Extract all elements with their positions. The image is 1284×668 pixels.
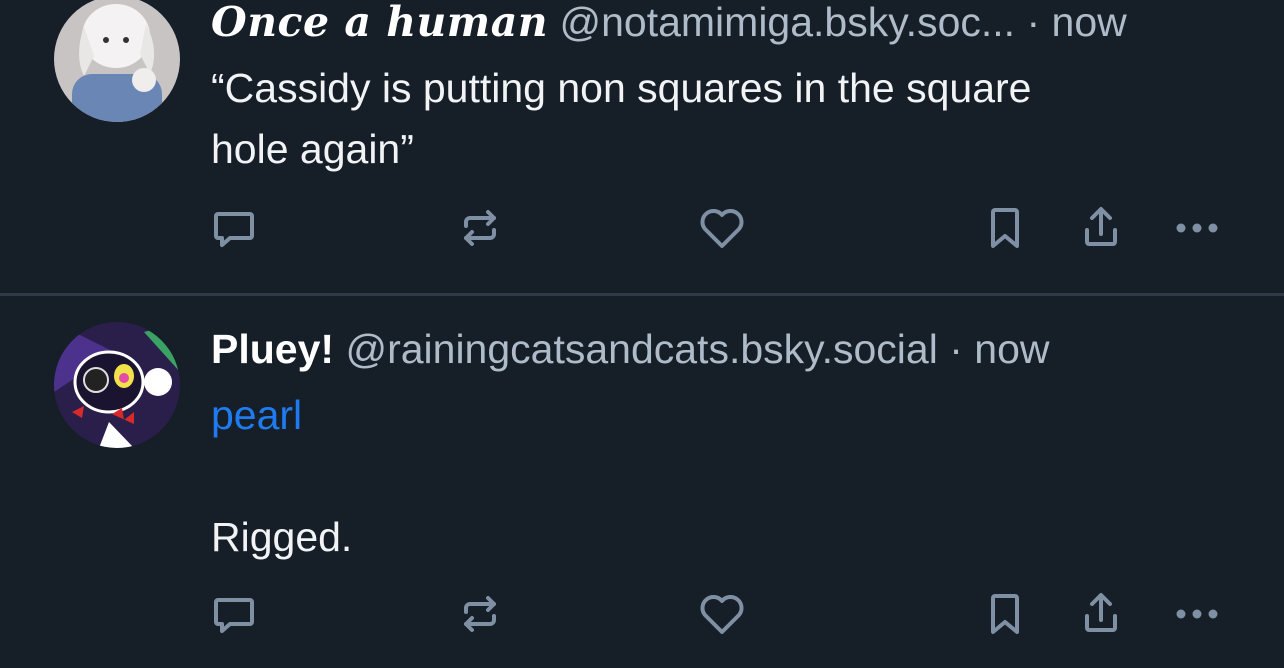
like-icon (700, 595, 744, 634)
bookmark-icon (991, 594, 1019, 634)
post-text: pearl Rigged. (211, 385, 1221, 568)
display-name[interactable]: Pluey! (211, 326, 334, 372)
share-button[interactable] (1071, 584, 1131, 644)
avatar[interactable] (54, 0, 180, 122)
reply-button[interactable] (204, 584, 264, 644)
post-actions (0, 584, 1284, 644)
reply-icon (214, 212, 254, 247)
display-name[interactable]: 𝑶𝒏𝒄𝒆 𝒂 𝒉𝒖𝒎𝒂𝒏 (211, 0, 548, 46)
handle[interactable]: @notamimiga.bsky.soc... (559, 0, 1015, 45)
repost-button[interactable] (450, 198, 510, 258)
separator: · (1026, 0, 1041, 45)
post-text: “Cassidy is putting non squares in the s… (211, 58, 1221, 180)
post[interactable]: Pluey! @rainingcatsandcats.bsky.social ·… (0, 296, 1284, 668)
post-link[interactable]: pearl (211, 385, 1221, 446)
avatar[interactable] (54, 322, 180, 448)
repost-icon (464, 210, 496, 246)
share-icon (1085, 593, 1117, 632)
share-button[interactable] (1071, 198, 1131, 258)
timestamp[interactable]: now (1052, 0, 1127, 45)
post-text-line: Rigged. (211, 514, 353, 560)
timestamp[interactable]: now (974, 326, 1049, 372)
separator: · (949, 326, 963, 372)
bookmark-button[interactable] (975, 584, 1035, 644)
repost-icon (464, 596, 496, 632)
more-icon (1176, 223, 1218, 233)
post-text-line: “Cassidy is putting non squares in the s… (211, 65, 1032, 111)
post-header: 𝑶𝒏𝒄𝒆 𝒂 𝒉𝒖𝒎𝒂𝒏 @notamimiga.bsky.soc... · n… (211, 0, 1127, 47)
share-icon (1085, 207, 1117, 246)
post-text-line: hole again” (211, 126, 414, 172)
more-icon (1176, 609, 1218, 619)
like-icon (700, 209, 744, 248)
reply-button[interactable] (204, 198, 264, 258)
handle[interactable]: @rainingcatsandcats.bsky.social (345, 326, 937, 372)
post[interactable]: 𝑶𝒏𝒄𝒆 𝒂 𝒉𝒖𝒎𝒂𝒏 @notamimiga.bsky.soc... · n… (0, 0, 1284, 294)
like-button[interactable] (692, 198, 752, 258)
post-actions (0, 198, 1284, 258)
like-button[interactable] (692, 584, 752, 644)
bookmark-icon (991, 208, 1019, 248)
repost-button[interactable] (450, 584, 510, 644)
bookmark-button[interactable] (975, 198, 1035, 258)
reply-icon (214, 598, 254, 633)
more-options-button[interactable] (1167, 198, 1227, 258)
post-header: Pluey! @rainingcatsandcats.bsky.social ·… (211, 324, 1050, 374)
more-options-button[interactable] (1167, 584, 1227, 644)
